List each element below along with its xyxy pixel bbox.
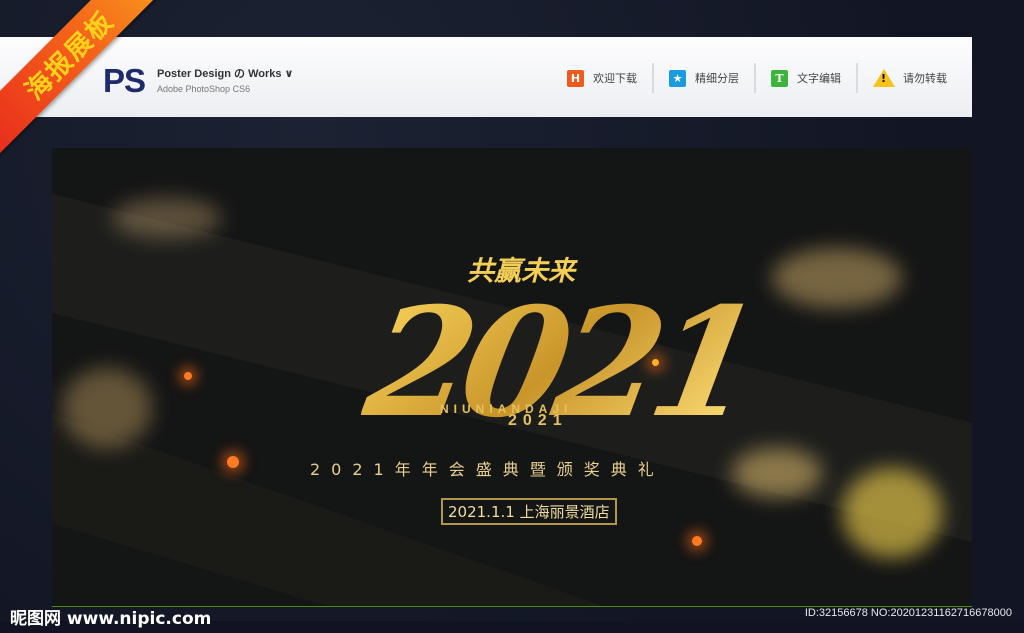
bokeh-dot <box>227 456 239 468</box>
nav-label: 精细分层 <box>695 72 739 85</box>
nav-label: 请勿转载 <box>903 72 947 85</box>
bokeh-dot <box>692 536 702 546</box>
small-year: 2021 <box>508 412 568 429</box>
ps-logo: PS <box>103 62 146 99</box>
nav-text-edit[interactable]: T 文字编辑 <box>754 63 856 93</box>
event-venue: 2021.1.1 上海丽景酒店 <box>441 498 617 525</box>
nipic-watermark[interactable]: 昵图网 www.nipic.com <box>10 604 211 629</box>
event-title: 2021年年会盛典暨颁奖典礼 <box>310 460 665 479</box>
image-id: ID:32156678 NO:20201231162716678000 <box>804 607 1012 619</box>
light-blur <box>842 468 942 558</box>
header-bar: PS Poster Design の Works ∨ Adobe PhotoSh… <box>0 37 972 117</box>
brand: Poster Design の Works ∨ Adobe PhotoShop … <box>157 65 294 94</box>
nav-label: 文字编辑 <box>797 72 841 85</box>
h-icon: H <box>567 69 584 87</box>
brand-title: Poster Design の Works ∨ <box>157 68 294 80</box>
star-icon: ★ <box>669 69 686 87</box>
light-blur <box>772 248 902 308</box>
nav-label: 欢迎下载 <box>593 72 637 85</box>
text-icon: T <box>771 69 788 87</box>
slogan: 共赢未来 <box>467 256 575 287</box>
warning-icon: ! <box>873 69 895 87</box>
nav-download[interactable]: H 欢迎下载 <box>552 63 652 93</box>
nav-layers[interactable]: ★ 精细分层 <box>652 63 754 93</box>
nav-no-repost[interactable]: ! 请勿转载 <box>856 63 962 93</box>
header-nav: H 欢迎下载 ★ 精细分层 T 文字编辑 ! 请勿转载 <box>552 63 962 93</box>
poster-image: 2021 共赢未来 NIUNIANDAJI 2021 2021年年会盛典暨颁奖典… <box>52 148 972 606</box>
bokeh-dot <box>184 372 192 380</box>
light-blur <box>112 198 222 238</box>
brand-subtitle: Adobe PhotoShop CS6 <box>157 84 251 94</box>
light-blur <box>732 448 822 498</box>
light-blur <box>62 368 152 448</box>
